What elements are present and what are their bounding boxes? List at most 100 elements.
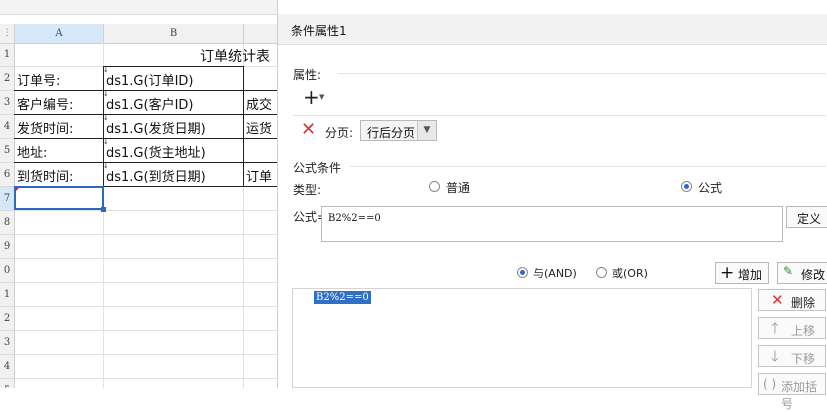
add-condition-button[interactable]: + 增加 bbox=[715, 262, 769, 284]
condition-list-item[interactable]: B2%2==0 bbox=[314, 291, 371, 304]
define-button[interactable]: 定义 bbox=[786, 206, 827, 228]
expand-marker-icon: ↓ bbox=[103, 138, 109, 146]
grid-line bbox=[14, 354, 277, 355]
delete-condition-label: 删除 bbox=[791, 296, 816, 310]
condition-attribute-panel: 条件属性1 属性: + ▼ ✕ 分页: 行后分页 ▼ 公式条件 类型: 普通 公… bbox=[277, 0, 827, 411]
row-header-12[interactable]: 2 bbox=[0, 307, 15, 331]
sheet-corner[interactable]: ⋮ bbox=[0, 24, 15, 44]
grid-line bbox=[14, 378, 277, 379]
section-formula-label: 公式条件 bbox=[293, 161, 342, 175]
row-header-8[interactable]: 8 bbox=[0, 211, 15, 235]
row-header-14[interactable]: 4 bbox=[0, 355, 15, 379]
label-cell-order-id[interactable]: 订单号: bbox=[17, 70, 60, 89]
formula-input-value: B2%2==0 bbox=[328, 213, 381, 224]
dropdown-caret-icon: ▼ bbox=[319, 93, 325, 101]
column-header-c[interactable] bbox=[244, 24, 277, 44]
row-header-13[interactable]: 3 bbox=[0, 331, 15, 355]
type-radio-normal[interactable] bbox=[429, 181, 440, 192]
row-header-7[interactable]: 7 bbox=[0, 187, 15, 211]
add-condition-label: 增加 bbox=[738, 268, 763, 282]
logic-radio-and[interactable] bbox=[517, 267, 528, 278]
label-cell-order[interactable]: 订单 bbox=[246, 166, 272, 185]
close-x-icon[interactable]: ✕ bbox=[301, 121, 319, 139]
type-label: 类型: bbox=[293, 183, 322, 197]
cell-border bbox=[14, 138, 277, 139]
condition-marker-icon bbox=[15, 187, 20, 192]
toolbar-strip bbox=[0, 0, 277, 15]
move-up-label: 上移 bbox=[791, 324, 816, 338]
grid-line bbox=[14, 330, 277, 331]
plus-icon: + bbox=[303, 85, 320, 109]
row-header-6[interactable]: 6 bbox=[0, 163, 15, 187]
label-cell-arrival-date[interactable]: 到货时间: bbox=[17, 166, 73, 185]
grid-line bbox=[14, 210, 277, 211]
panel-title: 条件属性1 bbox=[291, 24, 347, 38]
add-bracket-label: 添加括号 bbox=[781, 380, 818, 411]
add-bracket-button[interactable]: ( ) 添加括号 bbox=[758, 373, 826, 411]
fill-handle[interactable] bbox=[101, 207, 106, 212]
selected-cell-a7[interactable] bbox=[14, 186, 104, 210]
row-header-15[interactable]: 5 bbox=[0, 379, 15, 388]
row-header-4[interactable]: 4 bbox=[0, 115, 15, 139]
move-down-label: 下移 bbox=[791, 352, 816, 366]
label-cell-ship-date[interactable]: 发货时间: bbox=[17, 118, 73, 137]
move-up-button[interactable]: 🡑 上移 bbox=[758, 317, 826, 339]
section-attribute-label: 属性: bbox=[293, 68, 322, 82]
data-cell-customer-id[interactable]: ds1.G(客户ID) bbox=[106, 94, 194, 113]
delete-condition-button[interactable]: ✕ 删除 bbox=[758, 289, 826, 311]
formula-input[interactable]: B2%2==0 bbox=[321, 206, 783, 242]
row-header-9[interactable]: 9 bbox=[0, 235, 15, 259]
move-down-button[interactable]: 🡓 下移 bbox=[758, 345, 826, 367]
logic-radio-or[interactable] bbox=[596, 267, 607, 278]
row-header-5[interactable]: 5 bbox=[0, 139, 15, 163]
cell-border bbox=[14, 162, 277, 163]
cell-border bbox=[14, 114, 277, 115]
cell-border bbox=[14, 90, 277, 91]
type-radio-formula[interactable] bbox=[681, 181, 692, 192]
data-cell-arrival-date[interactable]: ds1.G(到货日期) bbox=[106, 166, 206, 185]
paging-select[interactable]: 行后分页 ▼ bbox=[360, 120, 437, 141]
cell-border bbox=[243, 66, 244, 186]
expand-marker-icon: ↓ bbox=[103, 162, 109, 170]
divider bbox=[350, 166, 826, 167]
data-cell-ship-date[interactable]: ds1.G(发货日期) bbox=[106, 118, 206, 137]
expand-marker-icon: ↓ bbox=[103, 90, 109, 98]
arrow-up-icon: 🡑 bbox=[771, 319, 779, 337]
chevron-down-icon: ▼ bbox=[417, 121, 436, 140]
type-option-formula[interactable]: 公式 bbox=[698, 179, 722, 196]
grid-line bbox=[14, 234, 277, 235]
row-header-11[interactable]: 1 bbox=[0, 283, 15, 307]
label-cell-freight[interactable]: 运货 bbox=[246, 118, 272, 137]
logic-option-and[interactable]: 与(AND) bbox=[533, 265, 577, 281]
expand-marker-icon: ↓ bbox=[103, 114, 109, 122]
add-attribute-button[interactable]: + ▼ bbox=[301, 85, 329, 109]
row-header-10[interactable]: 0 bbox=[0, 259, 15, 283]
label-cell-deal[interactable]: 成交 bbox=[246, 94, 272, 113]
paging-select-value: 行后分页 bbox=[367, 126, 416, 140]
column-header-b[interactable]: B bbox=[104, 24, 244, 44]
data-cell-order-id[interactable]: ds1.G(订单ID) bbox=[106, 70, 194, 89]
define-button-label: 定义 bbox=[797, 212, 822, 226]
report-title-cell[interactable]: 订单统计表 bbox=[200, 46, 270, 66]
modify-condition-button[interactable]: ✎ 修改 bbox=[777, 262, 827, 284]
label-cell-address[interactable]: 地址: bbox=[17, 142, 47, 161]
data-cell-address[interactable]: ds1.G(货主地址) bbox=[106, 142, 206, 161]
grid-line bbox=[14, 306, 277, 307]
cell-border bbox=[103, 66, 244, 67]
row-header-1[interactable]: 1 bbox=[0, 44, 15, 67]
parentheses-icon: ( ) bbox=[763, 377, 777, 391]
spreadsheet-area: ⋮ A B 1 2 3 4 5 6 7 8 9 0 1 2 3 4 5 订单统计… bbox=[0, 0, 277, 388]
divider bbox=[293, 115, 826, 116]
label-cell-customer-id[interactable]: 客户编号: bbox=[17, 94, 73, 113]
row-header-3[interactable]: 3 bbox=[0, 91, 15, 115]
type-option-normal[interactable]: 普通 bbox=[446, 179, 470, 196]
modify-condition-label: 修改 bbox=[801, 268, 826, 282]
logic-option-or[interactable]: 或(OR) bbox=[612, 265, 648, 281]
edit-icon: ✎ bbox=[783, 264, 794, 278]
row-header-2[interactable]: 2 bbox=[0, 67, 15, 91]
grid-line bbox=[14, 258, 277, 259]
plus-icon: + bbox=[720, 263, 735, 283]
expand-marker-icon: ↓ bbox=[103, 66, 109, 74]
column-header-a[interactable]: A bbox=[15, 24, 104, 44]
arrow-down-icon: 🡓 bbox=[771, 347, 779, 365]
